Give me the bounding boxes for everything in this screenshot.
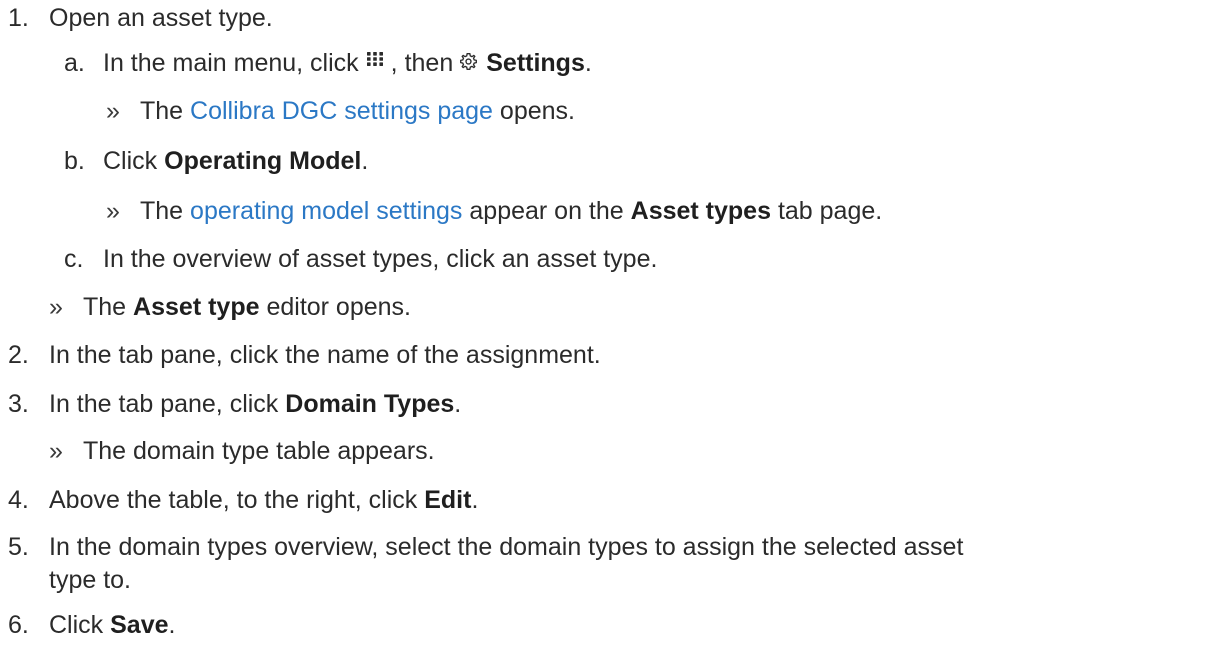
settings-menu-label: Settings	[486, 49, 585, 77]
step-number: 5.	[8, 533, 29, 561]
step-text: In the overview of asset types, click an…	[103, 245, 658, 273]
collibra-settings-link[interactable]: Collibra DGC settings page	[190, 97, 493, 125]
save-label: Save	[110, 611, 169, 639]
step-text-line-1: In the domain types overview, select the…	[49, 533, 964, 561]
step-text: Click Save.	[49, 611, 176, 639]
operating-model-label: Operating Model	[164, 147, 362, 175]
step-text-line-2: type to.	[49, 566, 131, 594]
step-text: In the tab pane, click Domain Types.	[49, 390, 462, 418]
step-text: Above the table, to the right, click Edi…	[49, 486, 479, 514]
result-text: The domain type table appears.	[83, 437, 435, 465]
result-marker: »	[49, 293, 63, 321]
asset-types-tab-label: Asset types	[630, 197, 771, 225]
result-marker: »	[106, 97, 120, 125]
step-number: c.	[64, 245, 84, 273]
step-number: 6.	[8, 611, 29, 639]
step-number: 4.	[8, 486, 29, 514]
result-text: The Collibra DGC settings page opens.	[140, 97, 575, 125]
step-number: 2.	[8, 341, 29, 369]
step-number: a.	[64, 49, 85, 77]
result-text: The operating model settings appear on t…	[140, 197, 883, 225]
step-number: 3.	[8, 390, 29, 418]
apps-grid-icon	[366, 51, 383, 67]
result-text: The Asset type editor opens.	[83, 293, 411, 321]
step-text: In the tab pane, click the name of the a…	[49, 341, 601, 369]
asset-type-editor-label: Asset type	[133, 293, 260, 321]
step-text: Click Operating Model.	[103, 147, 369, 175]
edit-label: Edit	[424, 486, 472, 514]
step-text: Open an asset type.	[49, 4, 273, 32]
step-text: In the main menu, click , then Settings.	[103, 49, 592, 77]
operating-model-settings-link[interactable]: operating model settings	[190, 197, 462, 225]
result-marker: »	[106, 197, 120, 225]
step-number: 1.	[8, 4, 29, 32]
result-marker: »	[49, 437, 63, 465]
domain-types-label: Domain Types	[285, 390, 455, 418]
gear-icon	[459, 52, 478, 71]
step-number: b.	[64, 147, 85, 175]
